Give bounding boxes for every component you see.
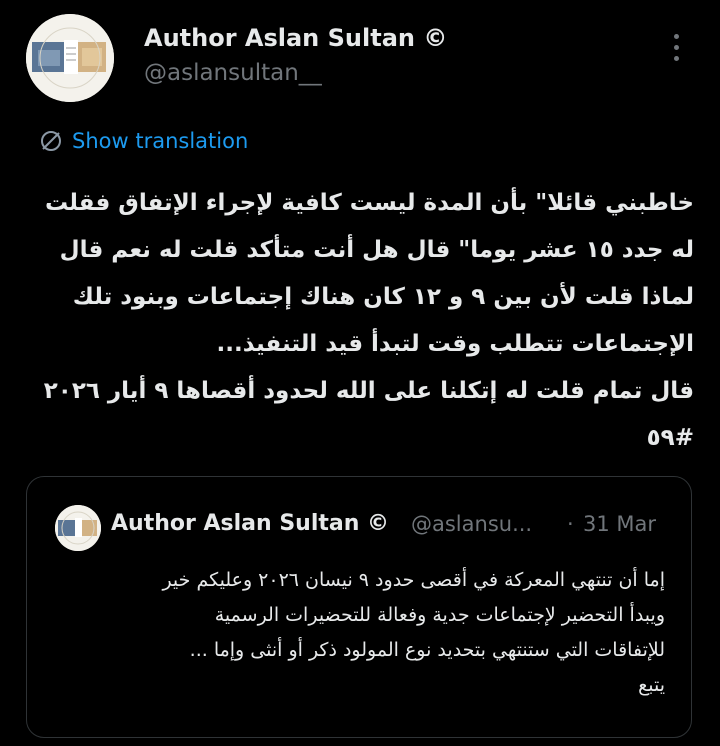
quoted-text-line: ويبدأ التحضير لإجتماعات جدية وفعالة للتح… <box>214 604 665 626</box>
quoted-avatar-image <box>55 505 101 551</box>
tweet-text: خاطبني قائلا" بأن المدة ليست كافية لإجرا… <box>36 180 694 462</box>
quoted-text-line: يتبع <box>638 674 665 696</box>
meta-separator: · <box>567 512 574 536</box>
author-handle[interactable]: @aslansultan__ <box>144 60 322 86</box>
quoted-author-avatar[interactable] <box>55 505 101 551</box>
tweet-text-line: له جدد ١٥ عشر يوما" قال هل أنت متأكد قلت… <box>59 237 694 263</box>
quoted-tweet-date[interactable]: 31 Mar <box>583 512 656 536</box>
quoted-text-line: للإتفاقات التي ستنتهي بتحديد نوع المولود… <box>189 639 665 661</box>
translate-globe-icon <box>41 131 61 151</box>
more-vertical-icon[interactable] <box>672 34 680 68</box>
author-name[interactable]: Author Aslan Sultan © <box>144 24 447 52</box>
quoted-text-line: إما أن تنتهي المعركة في أقصى حدود ٩ نيسا… <box>162 569 665 591</box>
quoted-tweet-card[interactable]: Author Aslan Sultan © @aslansu... · 31 M… <box>26 476 692 738</box>
avatar-image <box>26 14 114 102</box>
tweet-text-line: الإجتماعات تتطلب وقت لتبدأ قيد التنفيذ..… <box>216 331 694 357</box>
quoted-tweet-text: إما أن تنتهي المعركة في أقصى حدود ٩ نيسا… <box>57 563 665 703</box>
tweet-text-line: لماذا قلت لأن بين ٩ و ١٢ كان هناك إجتماع… <box>72 284 694 310</box>
quoted-author-handle[interactable]: @aslansu... <box>411 512 532 536</box>
tweet-header: Author Aslan Sultan © @aslansultan__ <box>26 14 694 104</box>
show-translation-label[interactable]: Show translation <box>72 129 248 153</box>
tweet-text-line: خاطبني قائلا" بأن المدة ليست كافية لإجرا… <box>44 190 694 216</box>
tweet-text-line: قال تمام قلت له إتكلنا على الله لحدود أق… <box>43 378 694 404</box>
show-translation-button[interactable]: Show translation <box>38 126 248 156</box>
quoted-author-name[interactable]: Author Aslan Sultan © <box>111 511 389 536</box>
author-avatar[interactable] <box>26 14 114 102</box>
hashtag-link[interactable]: #٥٩ <box>36 415 694 462</box>
